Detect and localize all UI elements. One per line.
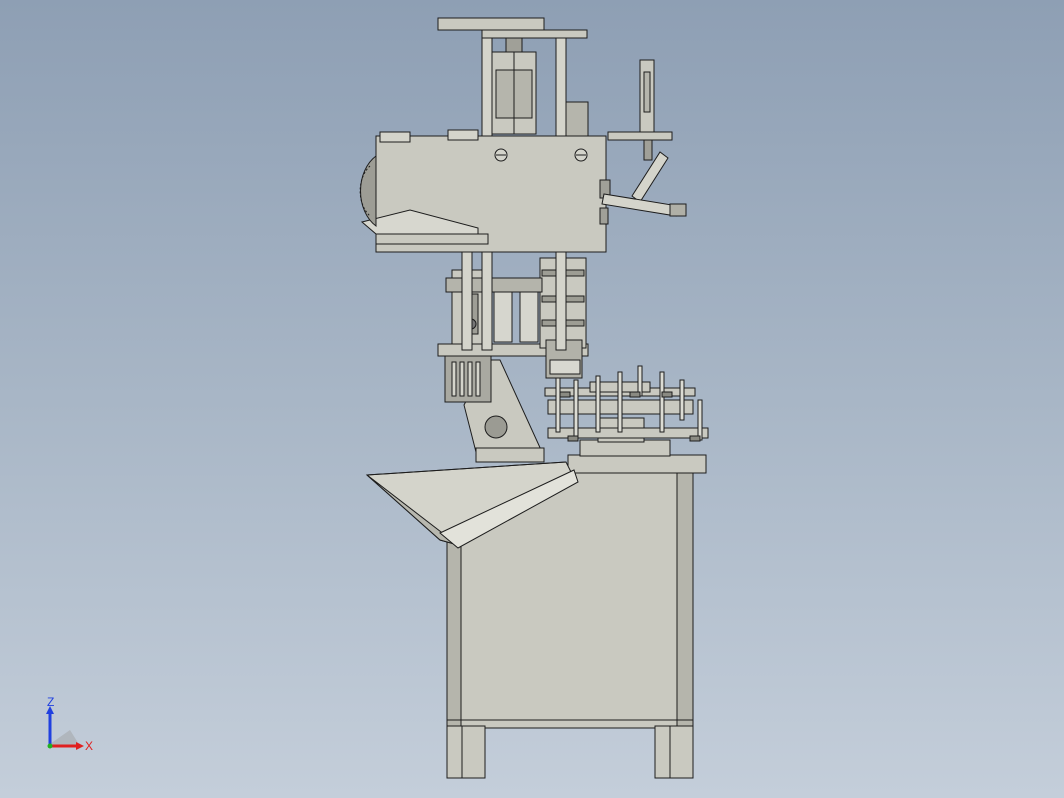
cap-feed-cylinders (445, 269, 543, 345)
gear-wheel (359, 155, 377, 227)
x-axis-label: X (85, 739, 93, 753)
cad-viewport[interactable]: Z X (0, 0, 1064, 798)
adjusting-handle[interactable] (601, 151, 687, 217)
y-axis-dot (47, 743, 53, 749)
capping-machine-model[interactable] (0, 0, 1064, 798)
triad-plane (50, 730, 80, 746)
top-plate (437, 17, 588, 39)
geared-motor (444, 355, 492, 403)
air-cylinder (607, 59, 673, 161)
cabinet-legs (446, 725, 694, 779)
servo-motor (491, 37, 537, 135)
z-axis-label: Z (47, 695, 54, 709)
axis-triad: Z X (46, 695, 93, 753)
rotary-turret (544, 365, 709, 457)
x-arrow-icon (76, 742, 84, 750)
